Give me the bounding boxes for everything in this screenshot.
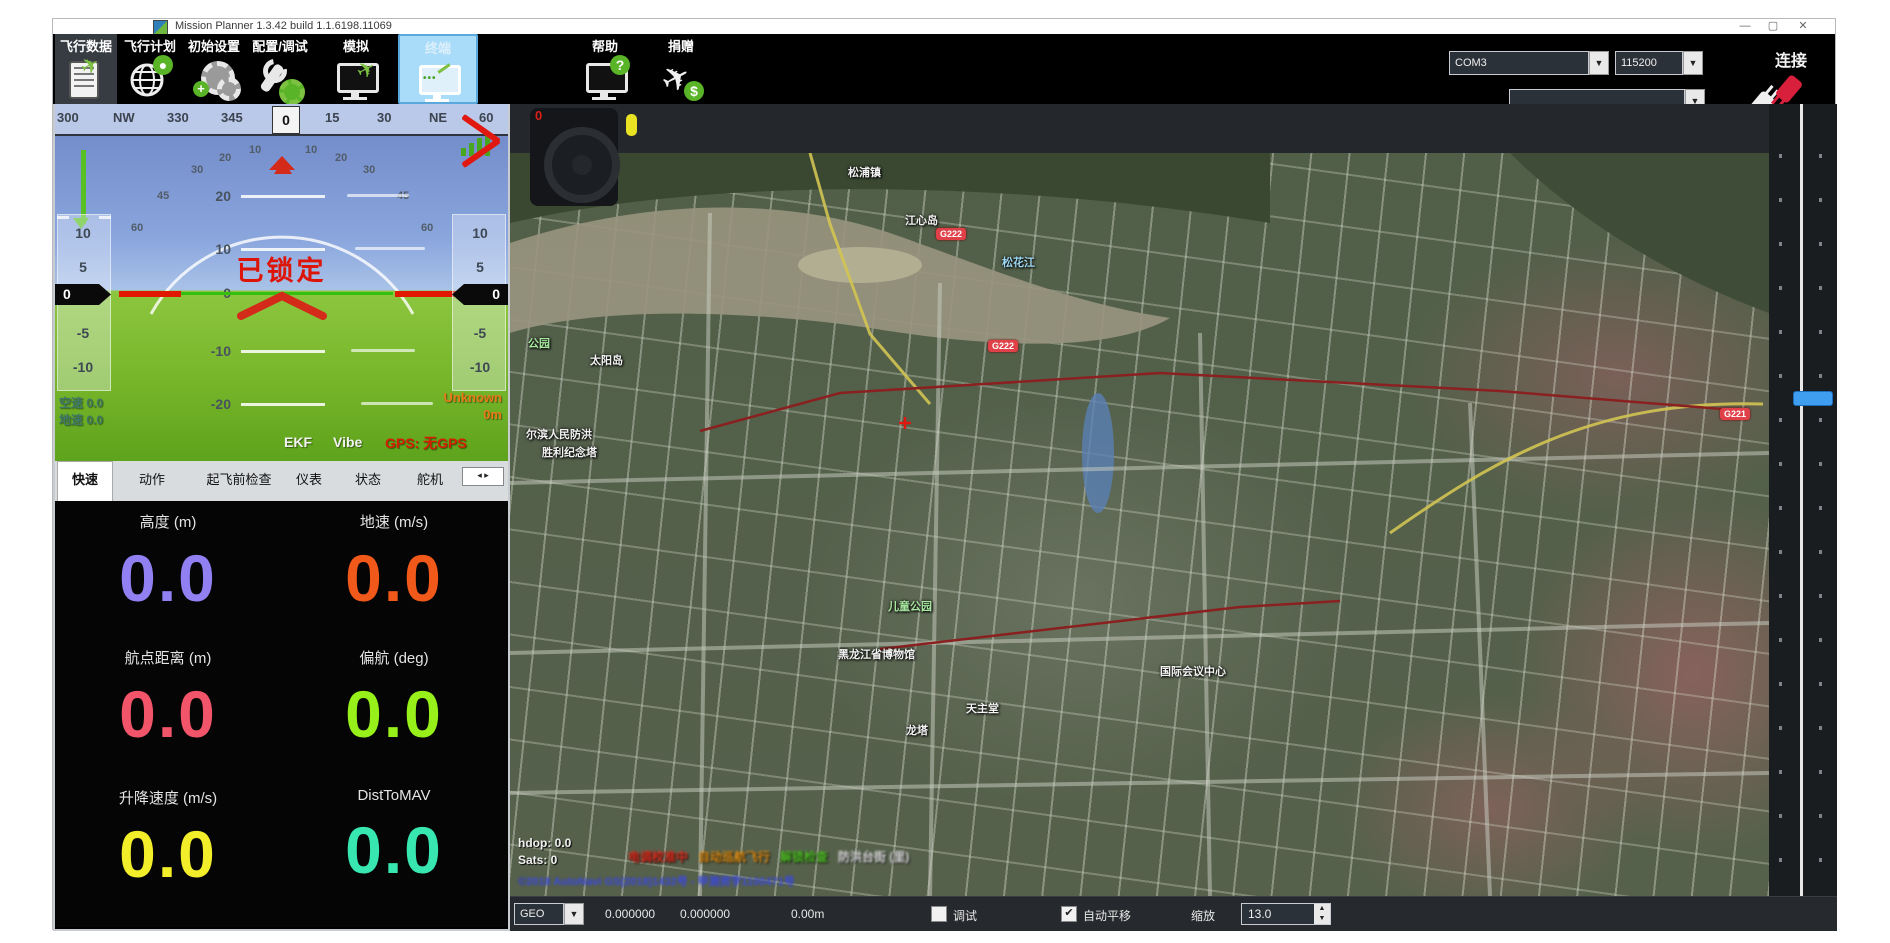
sats-readout: Sats: 0	[518, 853, 557, 867]
zoom-label: 缩放	[1191, 907, 1215, 924]
tab-gauges[interactable]: 仪表	[287, 465, 331, 501]
coord-format-select[interactable]: GEO	[514, 903, 564, 925]
map-attribution: ©2018 AutoNavi GS(2018)1432号 - 甲测资字11004…	[518, 873, 795, 889]
flightdata-tabs: 快速 动作 起飞前检查 仪表 状态 舵机 ◂ ▸	[55, 461, 508, 501]
slider-ticks-right	[1819, 114, 1822, 886]
heading-value-box: 0	[272, 106, 300, 134]
initial-setup-icon: +	[191, 57, 237, 103]
no-telemetry-icon	[453, 124, 505, 168]
flight-plan-icon: ●	[127, 57, 173, 103]
nav-config-tuning[interactable]: 配置/调试	[247, 34, 313, 104]
nav-terminal[interactable]: 终端 •••	[398, 34, 478, 104]
baud-select[interactable]: 115200	[1615, 51, 1683, 75]
cursor-lat: 0.000000	[605, 907, 655, 921]
donate-icon: ✈ $	[658, 57, 704, 103]
minimize-button[interactable]: —	[1733, 19, 1757, 33]
connect-label[interactable]: 连接	[1775, 47, 1807, 71]
quick-alt[interactable]: 高度 (m) 0.0	[55, 511, 281, 624]
map-status-row: 电调校准中自动巡航飞行解锁检查防洪台街 (里)	[628, 848, 909, 865]
tab-quick[interactable]: 快速	[57, 461, 113, 501]
nav-initial-setup[interactable]: 初始设置 +	[183, 34, 245, 104]
throttle-bar	[81, 150, 86, 224]
zoom-value-input[interactable]: 13.0 ▲▼	[1241, 903, 1331, 925]
nav-flight-data[interactable]: 飞行数据 ✈	[55, 34, 117, 104]
quick-vertical-speed[interactable]: 升降速度 (m/s) 0.0	[55, 787, 281, 900]
autopan-label: 自动平移	[1083, 907, 1131, 924]
hud-mini-gauge	[530, 108, 618, 206]
tab-preflight[interactable]: 起飞前检查	[197, 465, 281, 501]
quick-dist-to-mav[interactable]: DistToMAV 0.0	[281, 787, 507, 896]
window-title: Mission Planner 1.3.42 build 1.1.6198.11…	[175, 20, 392, 32]
nav-donate[interactable]: 捐赠 ✈ $	[649, 34, 713, 104]
map-panel: 松浦镇江心岛松花江公园太阳岛尔滨人民防洪胜利纪念塔儿童公园黑龙江省博物馆国际会议…	[510, 104, 1769, 896]
roll-pointer-icon	[274, 160, 292, 174]
config-tuning-icon	[257, 57, 303, 103]
baud-arrow-icon[interactable]: ▼	[1683, 51, 1703, 75]
coord-format-arrow-icon[interactable]: ▼	[564, 903, 584, 925]
cursor-alt: 0.00m	[791, 907, 824, 921]
app-icon	[153, 20, 168, 35]
map-zoom-slider[interactable]	[1769, 104, 1837, 896]
map-top-strip	[510, 104, 1769, 153]
quick-wp-distance[interactable]: 航点距离 (m) 0.0	[55, 647, 281, 760]
gps-status-text: GPS: 无GPS	[385, 433, 467, 453]
maximize-button[interactable]: ▢	[1761, 19, 1785, 33]
left-panel: 60453020101020304560 300NW3303451530NE60…	[53, 104, 510, 931]
tab-scroll-buttons[interactable]: ◂ ▸	[462, 467, 504, 486]
close-button[interactable]: ✕	[1791, 19, 1815, 33]
nav-flight-plan[interactable]: 飞行计划 ●	[119, 34, 181, 104]
aircraft-chevron-icon	[237, 290, 327, 320]
horizon-left-bar	[119, 291, 181, 297]
debug-label: 调试	[953, 907, 977, 924]
yellow-marker-icon	[626, 114, 637, 136]
quick-panel: 高度 (m) 0.0 地速 (m/s) 0.0 航点距离 (m) 0.0 偏航 …	[55, 501, 508, 927]
cursor-lng: 0.000000	[680, 907, 730, 921]
flight-data-icon: ✈	[63, 57, 109, 103]
main-toolbar: 飞行数据 ✈ 飞行计划 ● 初始设置 + 配置/调试	[53, 34, 1835, 104]
tab-status[interactable]: 状态	[345, 465, 391, 501]
map-bottom-bar: GEO ▼ 0.000000 0.000000 0.00m 调试 ✔ 自动平移 …	[510, 896, 1837, 931]
slider-ticks-left	[1779, 114, 1782, 886]
titlebar: Mission Planner 1.3.42 build 1.1.6198.11…	[53, 19, 1835, 34]
tab-servo[interactable]: 舵机	[407, 465, 453, 501]
nav-help[interactable]: 帮助 ?	[573, 34, 637, 104]
zoom-spinner-arrows[interactable]: ▲▼	[1314, 904, 1330, 924]
terminal-icon: •••	[415, 59, 461, 105]
help-icon: ?	[582, 57, 628, 103]
tab-actions[interactable]: 动作	[129, 465, 175, 501]
hud[interactable]: 60453020101020304560 300NW3303451530NE60…	[55, 104, 508, 461]
simulation-icon: ✈	[333, 57, 379, 103]
quick-groundspeed[interactable]: 地速 (m/s) 0.0	[281, 511, 507, 624]
armed-status-text: 已锁定	[55, 249, 508, 288]
autopan-checkbox[interactable]: ✔	[1061, 906, 1077, 922]
alt-readout: 0m	[483, 407, 502, 422]
vibe-indicator[interactable]: Vibe	[333, 434, 362, 450]
ekf-indicator[interactable]: EKF	[284, 434, 312, 450]
slider-handle[interactable]	[1793, 391, 1833, 406]
map-counter-red: 0	[535, 108, 542, 123]
com-port-select[interactable]: COM3	[1449, 51, 1589, 75]
nav-simulation[interactable]: 模拟 ✈	[323, 34, 389, 104]
map-features	[510, 153, 1769, 896]
link-status-text: Unknown	[444, 390, 503, 405]
map[interactable]	[510, 153, 1769, 896]
mission-planner-window: Mission Planner 1.3.42 build 1.1.6198.11…	[52, 18, 1836, 930]
hdop-readout: hdop: 0.0	[518, 836, 571, 850]
groundspeed-readout: 地速 0.0	[59, 411, 103, 428]
quick-yaw[interactable]: 偏航 (deg) 0.0	[281, 647, 507, 760]
slider-track[interactable]	[1800, 104, 1803, 896]
com-port-arrow-icon[interactable]: ▼	[1589, 51, 1609, 75]
debug-checkbox[interactable]	[931, 906, 947, 922]
airspeed-readout: 空速 0.0	[59, 394, 103, 411]
